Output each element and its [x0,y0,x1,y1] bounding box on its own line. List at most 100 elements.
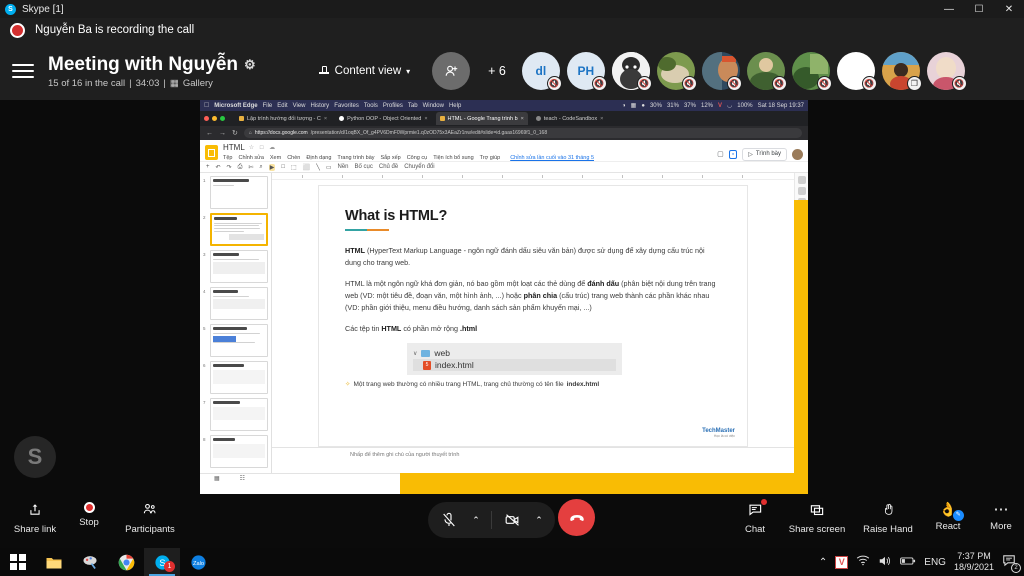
undo-icon[interactable]: ↶ [216,164,221,171]
slide-filmstrip[interactable]: 1 2 3 4 5 6 7 8 [200,173,272,473]
slides-menu-arrange[interactable]: Sắp xếp [381,155,401,161]
speaker-notes-area[interactable]: Nhấp để thêm ghi chú của người thuyết tr… [272,447,794,473]
react-edit-badge[interactable]: ✎ [952,510,964,521]
slides-menu-help[interactable]: Trợ giúp [480,155,501,161]
avatar[interactable]: PH 🔇 [566,52,607,91]
zoom-window-icon[interactable] [220,116,225,121]
avatar[interactable]: 🔇 [611,52,652,91]
mac-menu-tools[interactable]: Tools [364,103,378,109]
hidden-participants-count[interactable]: + 6 [488,64,506,78]
fill-icon[interactable]: ▭ [326,164,332,171]
close-tab-icon[interactable]: × [521,116,524,122]
mac-menu-history[interactable]: History [311,103,330,109]
url-input[interactable]: ⌂ https://docs.google.com /presentation/… [243,128,802,138]
avatar[interactable]: ❐ [881,52,922,91]
back-icon[interactable]: ← [206,130,213,137]
mac-menu-help[interactable]: Help [449,103,461,109]
language-indicator[interactable]: ENG [924,557,946,568]
more-options-button[interactable]: ⋯ More [966,502,1024,532]
theme-label[interactable]: Chủ đề [379,164,398,170]
slide-thumbnail[interactable]: 5 [203,324,268,357]
stop-recording-button[interactable]: Stop [54,502,124,528]
skype-taskbar-button[interactable]: S 1 [144,548,180,576]
slides-menu-tools[interactable]: Công cụ [407,155,428,161]
transition-label[interactable]: Chuyển đổi [404,164,434,170]
mic-toggle-button[interactable] [434,505,464,535]
battery-icon[interactable] [900,556,916,569]
camera-options-button[interactable]: ⌃ [529,505,549,535]
wifi-icon[interactable] [856,555,870,569]
avatar[interactable]: 🔇 [701,52,742,91]
paint-button[interactable] [72,548,108,576]
add-participant-button[interactable] [432,52,471,90]
share-screen-button[interactable]: Share screen [782,502,852,535]
maximize-button[interactable]: ☐ [964,0,994,18]
slide-thumbnail[interactable]: 3 [203,250,268,283]
avatar[interactable]: 🔇 [926,52,967,91]
forward-icon[interactable]: → [219,130,226,137]
slide-thumbnail[interactable]: 8 [203,435,268,468]
close-window-icon[interactable] [204,116,209,121]
zoom-icon[interactable]: ⌕ [259,164,262,171]
slides-menu-insert[interactable]: Chèn [287,155,300,161]
filmstrip-view-icon[interactable]: ▦ [214,475,220,482]
start-button[interactable] [0,548,36,576]
shape-icon[interactable]: ⬜ [303,164,310,171]
mac-menu-window[interactable]: Window [423,103,444,109]
unikey-icon[interactable]: V [835,555,849,569]
slide-thumbnail[interactable]: 6 [203,361,268,394]
mac-menu-tab[interactable]: Tab [408,103,418,109]
slides-menu-addons[interactable]: Tiện ích bổ sung [433,155,473,161]
slides-menu-format[interactable]: Định dạng [306,155,331,161]
comments-icon[interactable]: ▫ [728,149,738,159]
grid-view-icon[interactable]: ☷ [240,475,245,482]
layout-label[interactable]: Bố cục [355,164,373,170]
mac-menu-edit[interactable]: Edit [277,103,287,109]
line-icon[interactable]: ╲ [316,164,320,171]
select-tool-icon[interactable]: ▶ [268,163,276,171]
participants-button[interactable]: Participants [115,502,185,535]
mac-menu-profiles[interactable]: Profiles [383,103,403,109]
account-avatar[interactable] [792,148,803,160]
shared-screen-region[interactable]:  Microsoft Edge File Edit View History … [200,100,808,494]
slide-thumbnail[interactable]: 4 [203,287,268,320]
slides-menu-file[interactable]: Tệp [223,155,232,161]
browser-tab[interactable]: teach - CodeSandbox × [532,112,607,125]
clock[interactable]: 7:37 PM 18/9/2021 [954,551,994,573]
star-icon[interactable]: ☆ □ ☁ [249,144,277,151]
document-title[interactable]: HTML [223,143,245,152]
browser-tab[interactable]: Python OOP - Object Oriented × [335,112,431,125]
menu-icon[interactable] [12,64,34,78]
slide-thumbnail-active[interactable]: 2 [203,213,268,246]
textbox-icon[interactable]: □ [281,164,285,170]
slides-menu-slide[interactable]: Trang trình bày [337,155,374,161]
minimize-window-icon[interactable] [212,116,217,121]
new-slide-icon[interactable]: + [206,164,210,170]
minimize-button[interactable]: — [934,0,964,18]
comment-history-icon[interactable]: ▢ [717,150,724,158]
mic-options-button[interactable]: ⌃ [466,505,486,535]
reload-icon[interactable]: ↻ [232,129,238,137]
keep-icon[interactable] [797,187,806,195]
content-view-dropdown[interactable]: Content view ▾ [318,65,410,77]
volume-icon[interactable] [878,555,892,570]
close-tab-icon[interactable]: × [324,116,327,122]
redo-icon[interactable]: ↷ [227,164,232,171]
slide-thumbnail[interactable]: 7 [203,398,268,431]
explore-icon[interactable] [797,176,806,184]
close-button[interactable]: ✕ [994,0,1024,18]
avatar[interactable]: 🔇 [656,52,697,91]
background-label[interactable]: Nền [338,164,349,170]
avatar[interactable]: dl 🔇 [521,52,562,91]
mac-menu-favorites[interactable]: Favorites [334,103,359,109]
chrome-button[interactable] [108,548,144,576]
self-video-tile[interactable]: S [14,436,56,478]
close-tab-icon[interactable]: × [600,116,603,122]
mac-menu-view[interactable]: View [293,103,306,109]
zalo-button[interactable]: Zalo [180,548,216,576]
end-call-button[interactable] [558,499,595,536]
print-icon[interactable]: ⎙ [238,164,243,171]
show-hidden-icons[interactable]: ⌃ [819,557,827,568]
present-button[interactable]: ▷ Trình bày [742,147,787,161]
canvas-viewport[interactable]: What is HTML? HTML (HyperText Markup Lan… [272,180,794,447]
